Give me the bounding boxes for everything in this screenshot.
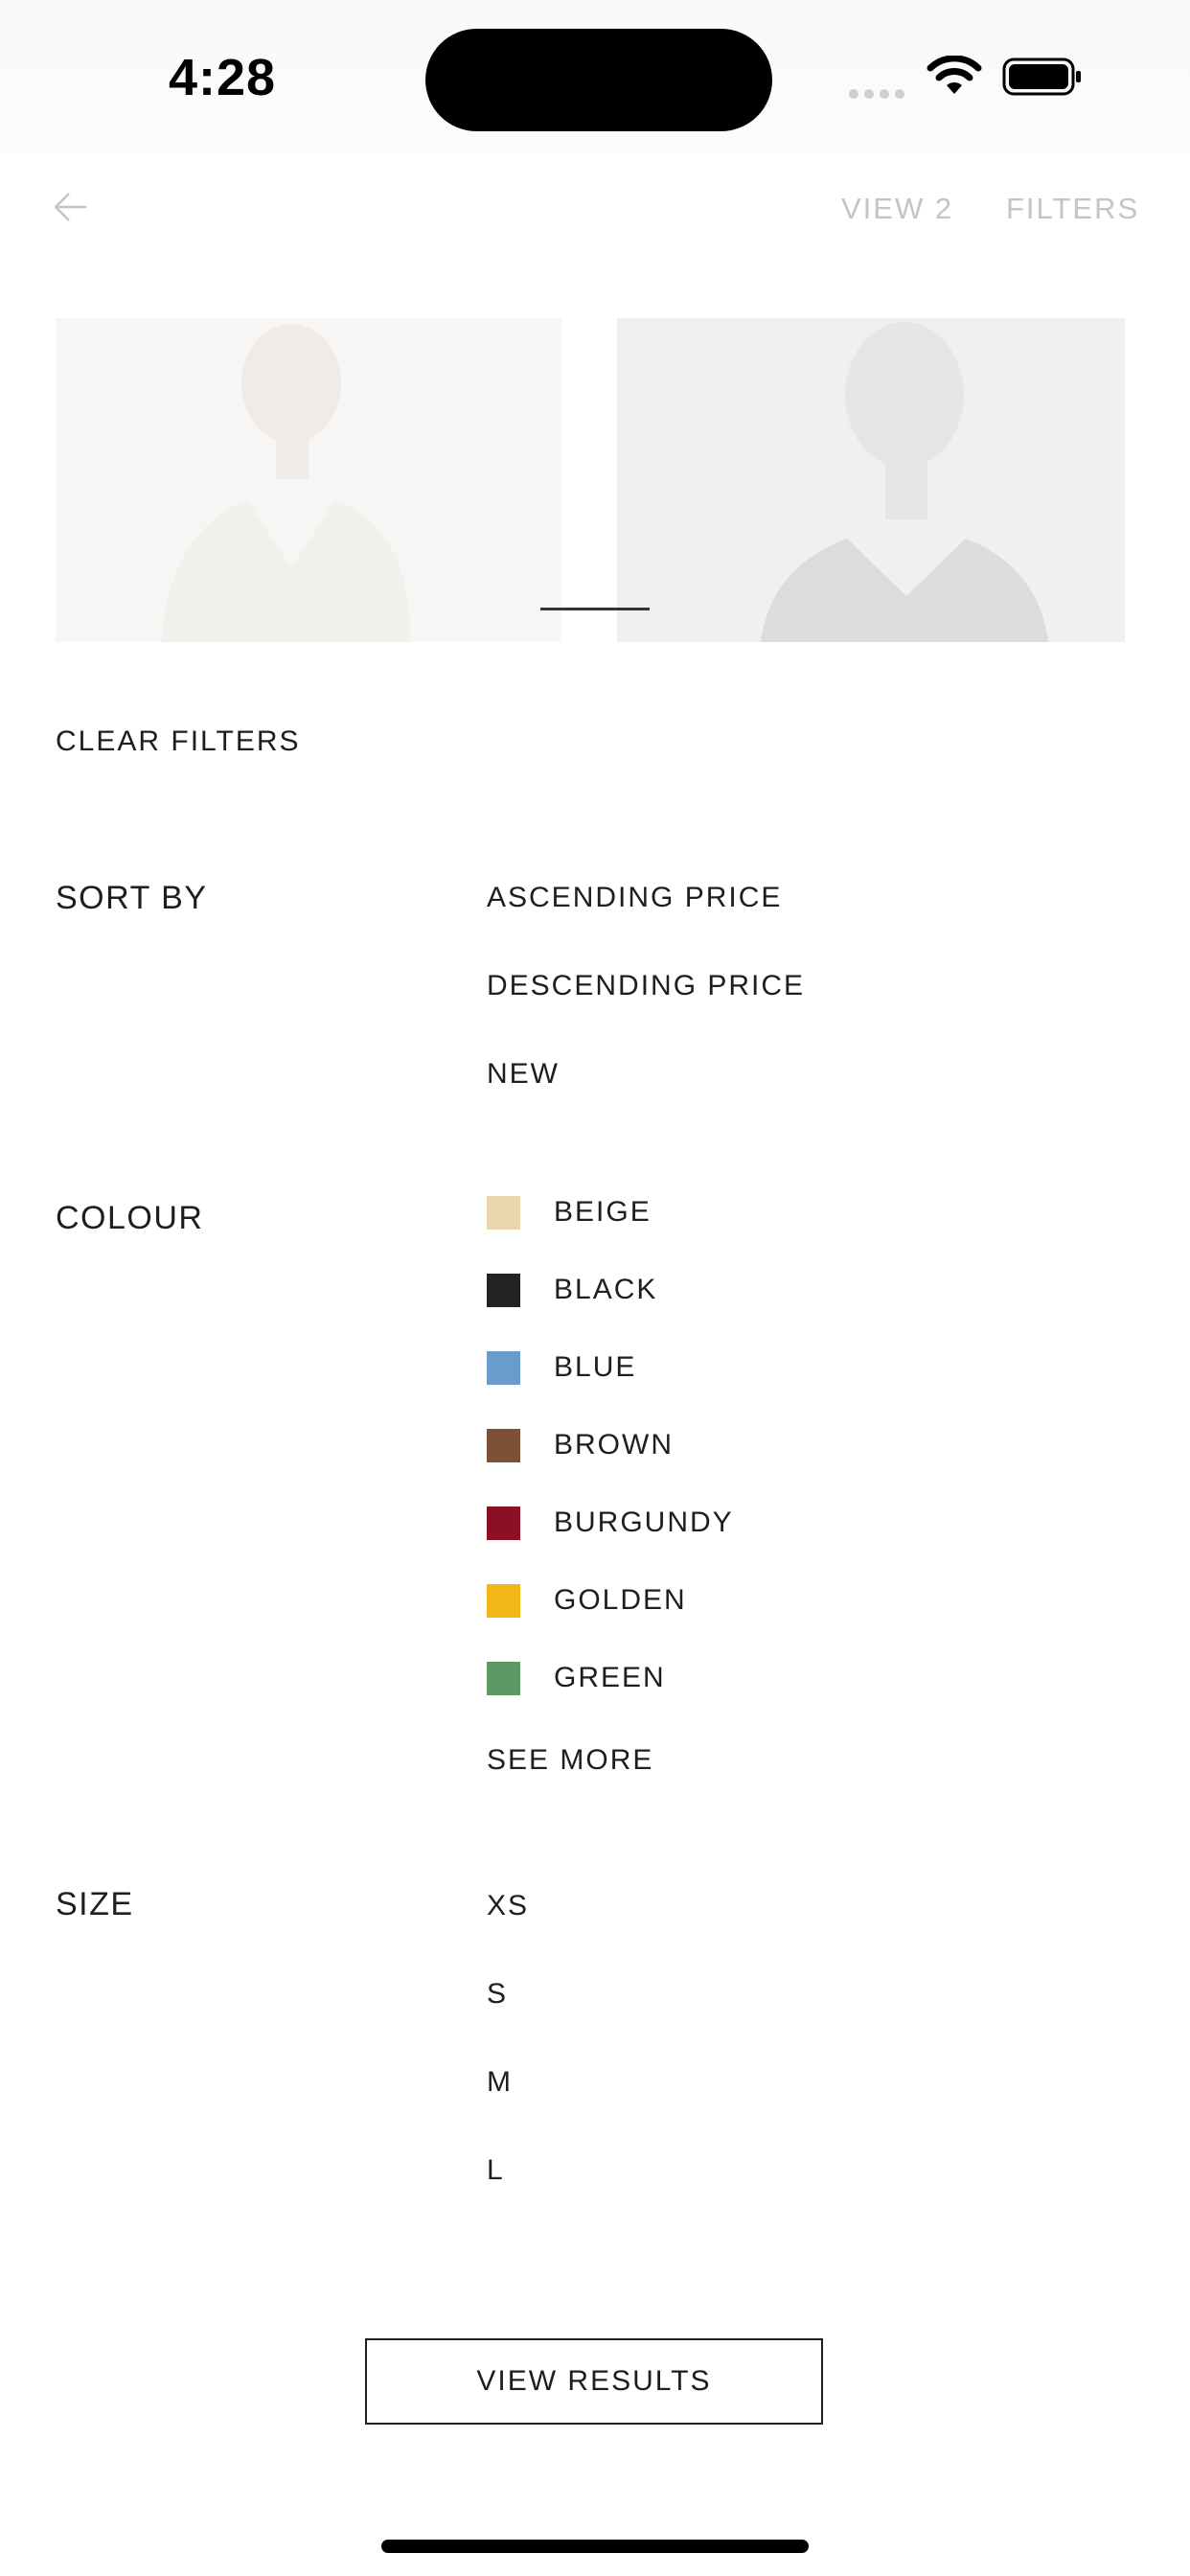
filters-button[interactable]: FILTERS	[1006, 192, 1139, 226]
carousel-indicator	[540, 608, 650, 610]
colour-swatch-black[interactable]	[487, 1274, 520, 1307]
product-image-white-blouse[interactable]	[56, 318, 561, 642]
back-arrow-icon[interactable]	[52, 188, 90, 226]
sort-option-descending-price[interactable]: DESCENDING PRICE	[487, 970, 805, 1002]
size-option-l[interactable]: L	[487, 2154, 505, 2187]
colour-option-blue[interactable]: BLUE	[554, 1351, 636, 1384]
home-indicator[interactable]	[381, 2540, 809, 2553]
size-option-m[interactable]: M	[487, 2066, 513, 2099]
colour-option-burgundy[interactable]: BURGUNDY	[554, 1506, 734, 1539]
colour-option-golden[interactable]: GOLDEN	[554, 1584, 687, 1617]
colour-swatch-beige[interactable]	[487, 1196, 520, 1230]
colour-swatch-brown[interactable]	[487, 1429, 520, 1462]
clear-filters-button[interactable]: CLEAR FILTERS	[56, 725, 301, 758]
wifi-icon	[927, 56, 982, 94]
sort-option-new[interactable]: NEW	[487, 1058, 560, 1091]
colour-option-green[interactable]: GREEN	[554, 1662, 666, 1694]
colour-label: COLOUR	[56, 1200, 204, 1236]
colour-swatch-golden[interactable]	[487, 1584, 520, 1618]
colour-swatch-green[interactable]	[487, 1662, 520, 1695]
cellular-signal-icon	[849, 86, 910, 104]
colour-swatch-burgundy[interactable]	[487, 1506, 520, 1540]
size-option-xs[interactable]: XS	[487, 1890, 529, 1922]
sort-by-label: SORT BY	[56, 880, 208, 916]
status-time: 4:28	[169, 49, 277, 106]
colour-option-black[interactable]: BLACK	[554, 1274, 657, 1306]
product-image-black-top[interactable]	[617, 318, 1125, 642]
size-option-s[interactable]: S	[487, 1978, 508, 2011]
see-more-colours-button[interactable]: SEE MORE	[487, 1744, 653, 1777]
sort-option-ascending-price[interactable]: ASCENDING PRICE	[487, 882, 782, 914]
dynamic-island	[425, 29, 772, 131]
size-label: SIZE	[56, 1886, 134, 1922]
view-results-button[interactable]: VIEW RESULTS	[365, 2338, 823, 2425]
colour-swatch-blue[interactable]	[487, 1351, 520, 1385]
colour-option-brown[interactable]: BROWN	[554, 1429, 674, 1461]
colour-option-beige[interactable]: BEIGE	[554, 1196, 652, 1229]
battery-icon	[1002, 58, 1081, 96]
view-toggle-button[interactable]: VIEW 2	[841, 192, 953, 226]
view-results-label: VIEW RESULTS	[476, 2365, 712, 2397]
